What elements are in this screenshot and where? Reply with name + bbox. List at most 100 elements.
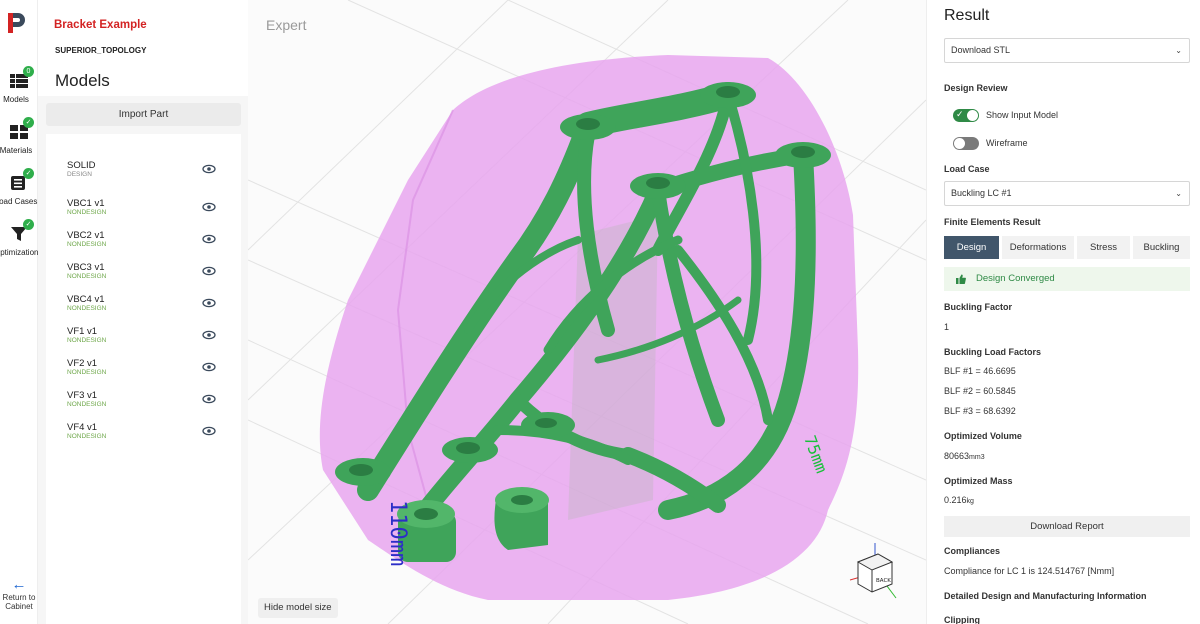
model-scene[interactable]: 110mm 75mm xyxy=(248,0,926,624)
blf-value-3: BLF #3 = 68.6392 xyxy=(944,406,1016,416)
mode-label: Expert xyxy=(266,17,307,33)
eye-icon[interactable] xyxy=(202,330,216,340)
rail-label-models: Models xyxy=(3,95,29,104)
fe-result-tabs: Design Deformations Stress Buckling xyxy=(944,236,1190,259)
chevron-down-icon: ⌄ xyxy=(1175,189,1182,198)
model-type: DESIGN xyxy=(67,171,92,178)
rail-item-optimization[interactable]: ✓ Optimization xyxy=(0,219,39,257)
project-title: Bracket Example xyxy=(54,19,147,31)
nav-rail: 0 Models ✓ Materials ✓ Load Cases ✓ Opti… xyxy=(0,0,38,624)
compliance-value: Compliance for LC 1 is 124.514767 [Nmm] xyxy=(944,566,1115,576)
model-type: NONDESIGN xyxy=(67,305,107,312)
rail-label-materials: Materials xyxy=(0,146,33,155)
rail-label-load-cases: Load Cases xyxy=(0,197,38,206)
3d-viewport[interactable]: 110mm 75mm Expert Hide model size BACK xyxy=(248,0,926,624)
project-subtitle: SUPERIOR_TOPOLOGY xyxy=(55,46,147,55)
check-icon: ✓ xyxy=(23,168,34,179)
wireframe-toggle[interactable] xyxy=(953,137,979,150)
dimension-label-blue: 110mm xyxy=(385,500,410,566)
model-name: VF3 v1 xyxy=(67,390,98,401)
model-type: NONDESIGN xyxy=(67,273,107,280)
import-part-button[interactable]: Import Part xyxy=(46,103,241,126)
tab-design[interactable]: Design xyxy=(944,236,999,259)
model-name: VBC1 v1 xyxy=(67,198,105,209)
return-label-line2: Cabinet xyxy=(5,602,33,611)
download-report-button[interactable]: Download Report xyxy=(944,516,1190,537)
tab-deformations[interactable]: Deformations xyxy=(1002,236,1074,259)
fe-result-label: Finite Elements Result xyxy=(944,217,1041,227)
optimized-volume-value: 80663mm3 xyxy=(944,451,985,461)
download-format-select[interactable]: Download STL ⌄ xyxy=(944,38,1190,63)
rail-item-load-cases[interactable]: ✓ Load Cases xyxy=(0,168,38,206)
check-icon: ✓ xyxy=(23,219,34,230)
check-icon: ✓ xyxy=(956,109,964,119)
show-input-model-toggle[interactable]: ✓ xyxy=(953,109,979,122)
model-name: VF4 v1 xyxy=(67,422,98,433)
list-item[interactable]: SOLID DESIGN xyxy=(46,160,241,188)
load-case-select[interactable]: Buckling LC #1 ⌄ xyxy=(944,181,1190,206)
detailed-info-label[interactable]: Detailed Design and Manufacturing Inform… xyxy=(944,591,1147,601)
blf-label: Buckling Load Factors xyxy=(944,347,1042,357)
model-type: NONDESIGN xyxy=(67,433,107,440)
eye-icon[interactable] xyxy=(202,426,216,436)
optimized-volume-label: Optimized Volume xyxy=(944,431,1022,441)
list-item[interactable]: VBC2 v1 NONDESIGN xyxy=(46,230,241,258)
model-name: SOLID xyxy=(67,160,96,171)
clipping-label[interactable]: Clipping xyxy=(944,615,980,624)
list-item[interactable]: VF1 v1 NONDESIGN xyxy=(46,326,241,354)
list-item[interactable]: VBC3 v1 NONDESIGN xyxy=(46,262,241,290)
blf-value-1: BLF #1 = 46.6695 xyxy=(944,366,1016,376)
chevron-down-icon: ⌄ xyxy=(1175,46,1182,55)
rail-item-materials[interactable]: ✓ Materials xyxy=(0,117,38,155)
eye-icon[interactable] xyxy=(202,298,216,308)
model-name: VBC3 v1 xyxy=(67,262,105,273)
eye-icon[interactable] xyxy=(202,234,216,244)
tab-stress[interactable]: Stress xyxy=(1077,236,1130,259)
wireframe-label: Wireframe xyxy=(986,138,1028,148)
list-item[interactable]: VF4 v1 NONDESIGN xyxy=(46,422,241,450)
download-format-value: Download STL xyxy=(951,45,1011,55)
design-converged-label: Design Converged xyxy=(976,273,1055,284)
model-name: VBC4 v1 xyxy=(67,294,105,305)
eye-icon[interactable] xyxy=(202,362,216,372)
eye-icon[interactable] xyxy=(202,164,216,174)
buckling-factor-value: 1 xyxy=(944,322,950,332)
buckling-factor-label: Buckling Factor xyxy=(944,302,1013,312)
show-input-model-label: Show Input Model xyxy=(986,110,1059,120)
load-case-label: Load Case xyxy=(944,164,990,174)
model-type: NONDESIGN xyxy=(67,337,107,344)
hide-model-size-button[interactable]: Hide model size xyxy=(258,598,338,618)
tab-buckling[interactable]: Buckling xyxy=(1133,236,1190,259)
model-type: NONDESIGN xyxy=(67,401,107,408)
list-item[interactable]: VF3 v1 NONDESIGN xyxy=(46,390,241,418)
arrow-left-icon: ← xyxy=(11,576,27,593)
rail-item-models[interactable]: 0 Models xyxy=(0,66,38,104)
app-logo xyxy=(8,13,25,33)
optimized-mass-label: Optimized Mass xyxy=(944,476,1013,486)
model-list: SOLID DESIGN VBC1 v1 NONDESIGN VBC2 v1 N… xyxy=(46,134,241,624)
models-title: Models xyxy=(55,71,110,90)
list-item[interactable]: VF2 v1 NONDESIGN xyxy=(46,358,241,386)
rail-label-optimization: Optimization xyxy=(0,248,39,257)
list-item[interactable]: VBC1 v1 NONDESIGN xyxy=(46,198,241,226)
check-icon: ✓ xyxy=(23,117,34,128)
app-window: 0 Models ✓ Materials ✓ Load Cases ✓ Opti… xyxy=(0,0,1200,624)
view-cube-face-label: BACK xyxy=(876,578,891,584)
load-case-value: Buckling LC #1 xyxy=(951,188,1012,198)
result-title: Result xyxy=(944,7,990,24)
model-name: VBC2 v1 xyxy=(67,230,105,241)
thumbs-up-icon xyxy=(956,274,966,284)
eye-icon[interactable] xyxy=(202,394,216,404)
list-item[interactable]: VBC4 v1 NONDESIGN xyxy=(46,294,241,322)
table-icon: ✓ xyxy=(10,168,34,191)
blf-value-2: BLF #2 = 60.5845 xyxy=(944,386,1016,396)
model-name: VF2 v1 xyxy=(67,358,98,369)
optimized-mass-value: 0.216kg xyxy=(944,495,974,505)
return-to-cabinet-button[interactable]: ← Return to Cabinet xyxy=(0,576,38,611)
model-type: NONDESIGN xyxy=(67,369,107,376)
eye-icon[interactable] xyxy=(202,202,216,212)
model-type: NONDESIGN xyxy=(67,241,107,248)
design-converged-status: Design Converged xyxy=(944,267,1190,291)
eye-icon[interactable] xyxy=(202,266,216,276)
view-cube[interactable]: BACK xyxy=(848,540,902,600)
